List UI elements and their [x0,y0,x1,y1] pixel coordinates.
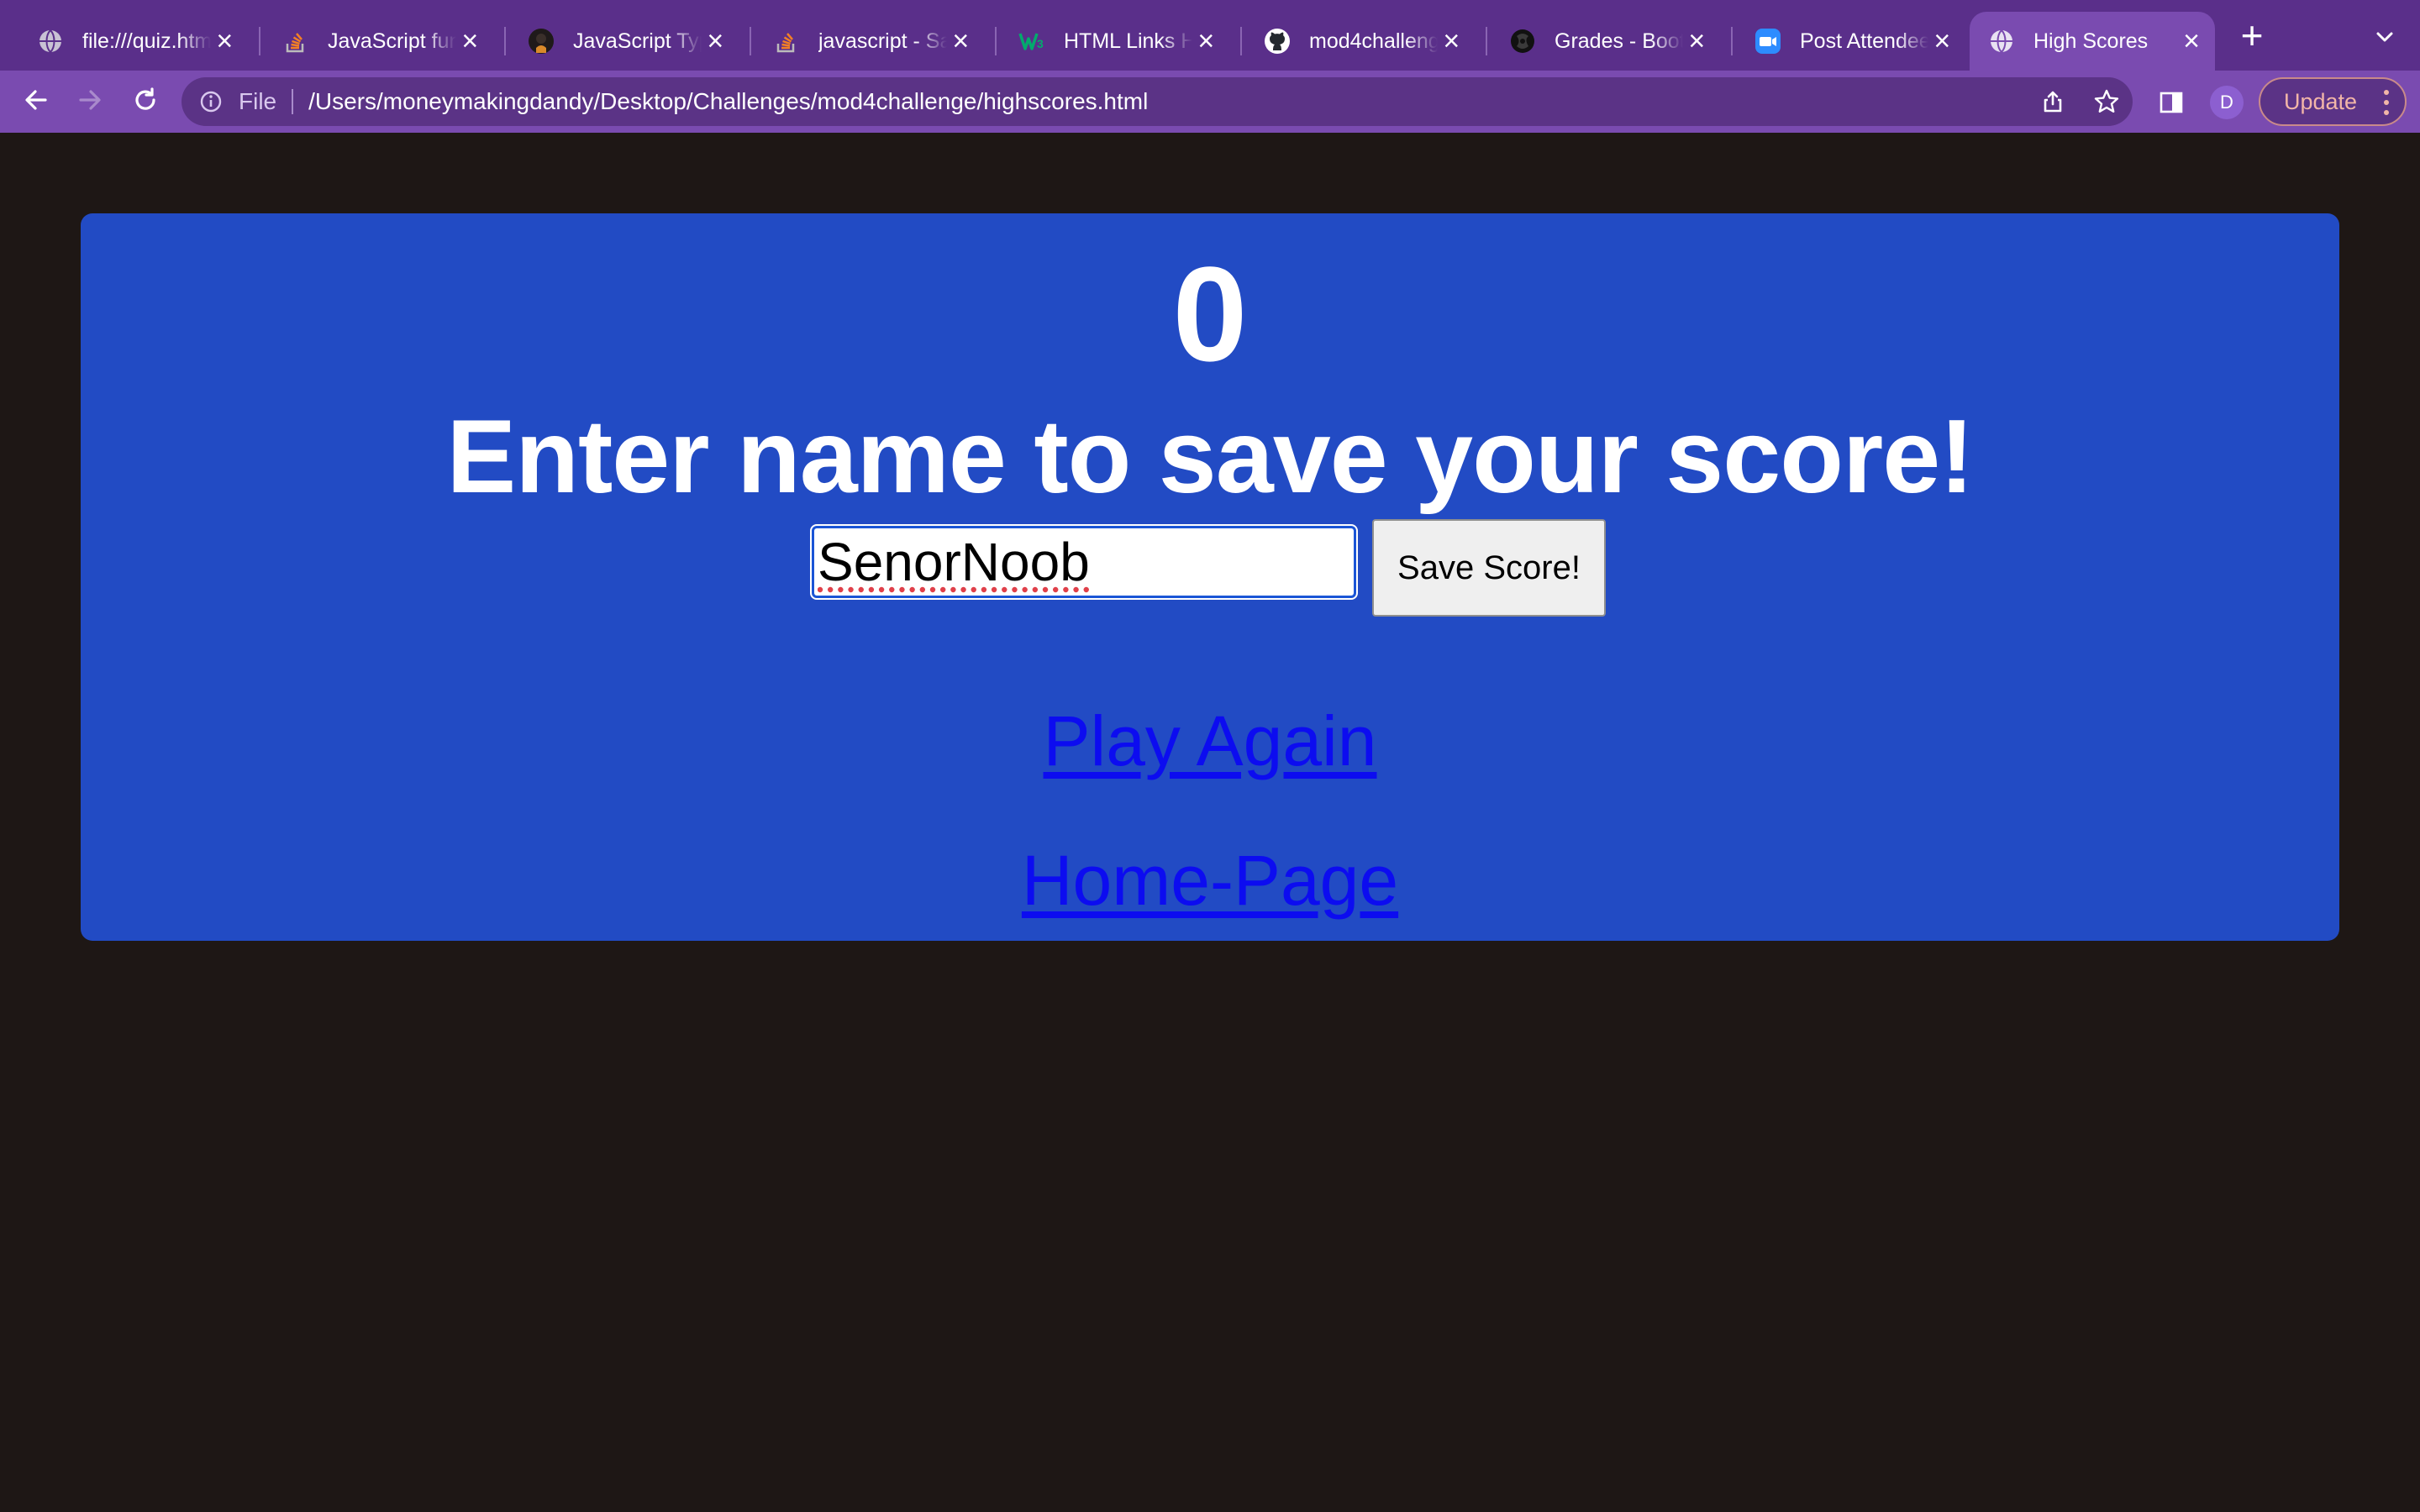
zoom-icon [1754,28,1781,55]
close-icon[interactable]: × [1192,26,1220,56]
github-icon [1264,28,1291,55]
tab-separator [995,27,997,55]
kebab-menu-icon[interactable] [2383,90,2390,115]
back-button[interactable] [17,82,55,121]
share-icon[interactable] [2039,87,2067,116]
tab-strip: file:///quiz.html × JavaScript function … [0,0,2420,71]
star-icon[interactable] [2092,87,2121,116]
tab-title: file:///quiz.html [82,29,211,53]
avatar[interactable]: D [2210,86,2244,119]
name-input[interactable] [810,524,1358,600]
tab-js-function[interactable]: JavaScript function × [264,12,492,71]
forward-arrow-icon [76,86,104,118]
url-text[interactable]: /Users/moneymakingdandy/Desktop/Challeng… [308,88,1148,115]
new-tab-button[interactable]: + [2235,16,2269,55]
forward-button[interactable] [71,82,109,121]
tab-separator [259,27,260,55]
score-card: 0 Enter name to save your score! Save Sc… [81,213,2339,941]
tab-separator [1486,27,1487,55]
reload-button[interactable] [126,82,165,121]
update-button[interactable]: Update [2259,77,2407,126]
toolbar: File /Users/moneymakingdandy/Desktop/Cha… [0,71,2420,133]
tab-title: javascript - Save [818,29,947,53]
tab-title: HTML Links Hyperlinks [1064,29,1192,53]
tab-high-scores[interactable]: High Scores × [1970,12,2215,71]
side-panel-icon[interactable] [2156,87,2186,118]
bootcamp-icon [1509,28,1536,55]
globe-icon [1988,28,2015,55]
stackoverflow-icon [773,28,800,55]
avatar-icon [528,28,555,55]
save-score-prompt: Enter name to save your score! [446,399,1975,515]
tab-separator [1240,27,1242,55]
chevron-down-icon[interactable] [2370,22,2400,52]
info-icon[interactable] [198,89,224,114]
final-score: 0 [1172,239,1248,389]
tab-title: JavaScript function [328,29,456,53]
svg-text:3: 3 [1037,37,1044,50]
play-again-link[interactable]: Play Again [1044,701,1377,780]
tab-grades[interactable]: Grades - Bootcamp × [1491,12,1719,71]
close-icon[interactable]: × [1928,26,1956,56]
close-icon[interactable]: × [1438,26,1465,56]
tab-mod4challenge[interactable]: mod4challenge × [1245,12,1474,71]
close-icon[interactable]: × [1683,26,1711,56]
reload-icon [131,86,160,118]
tab-separator [750,27,751,55]
close-icon[interactable]: × [702,26,729,56]
tab-quiz[interactable]: file:///quiz.html × [18,12,247,71]
close-icon[interactable]: × [211,26,239,56]
url-scheme: File [239,88,277,114]
tab-js-type[interactable]: JavaScript Type × [509,12,738,71]
tab-title: High Scores [2033,29,2149,53]
back-arrow-icon [22,86,50,118]
address-bar[interactable]: File /Users/moneymakingdandy/Desktop/Cha… [182,77,2133,126]
save-score-button[interactable]: Save Score! [1372,519,1606,617]
home-page-link[interactable]: Home-Page [1022,841,1398,920]
tab-post-attendee[interactable]: Post Attendee × [1736,12,1965,71]
update-label: Update [2284,88,2358,114]
play-again-link-row: Play Again [81,701,2339,782]
globe-icon [37,28,64,55]
tab-separator [504,27,506,55]
tab-title: mod4challenge [1309,29,1438,53]
tab-title: JavaScript Type [573,29,702,53]
tab-title: Post Attendee [1800,29,1928,53]
tab-separator [1731,27,1733,55]
home-page-link-row: Home-Page [81,840,2339,921]
w3schools-icon: 3 [1018,28,1045,55]
address-separator [292,89,294,114]
tab-js-save[interactable]: javascript - Save × [755,12,983,71]
tab-title: Grades - Bootcamp [1555,29,1683,53]
close-icon[interactable]: × [2176,26,2207,56]
page-viewport: 0 Enter name to save your score! Save Sc… [0,133,2420,1512]
tab-html-links[interactable]: 3 HTML Links Hyperlinks × [1000,12,1228,71]
close-icon[interactable]: × [947,26,975,56]
stackoverflow-icon [282,28,309,55]
close-icon[interactable]: × [456,26,484,56]
